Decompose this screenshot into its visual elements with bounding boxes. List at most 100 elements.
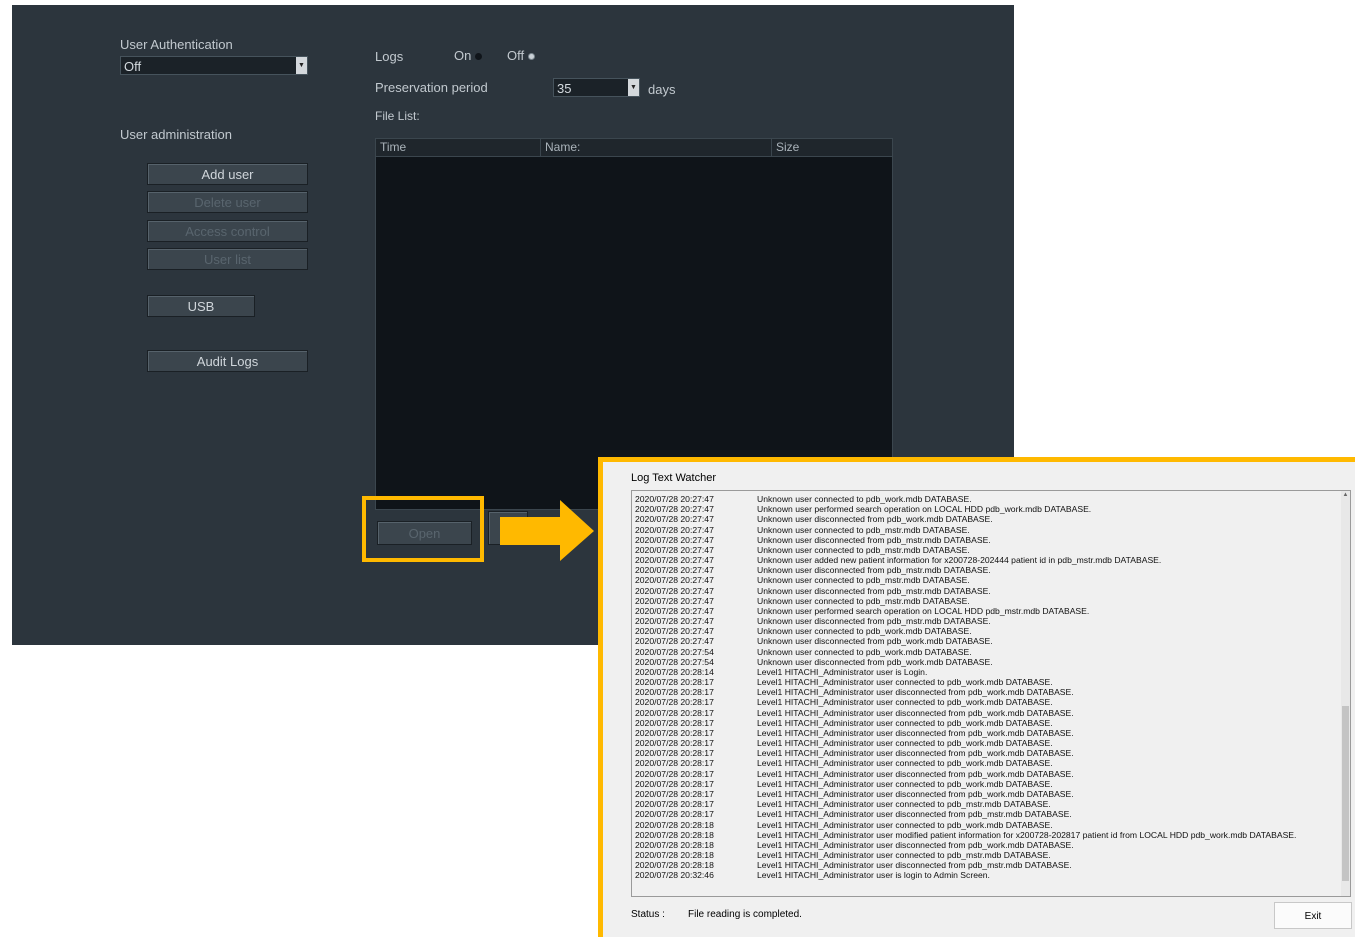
log-timestamp: 2020/07/28 20:28:17 [635,738,714,749]
log-line: 2020/07/28 20:27:47 Unknown user performe… [635,606,1335,616]
log-line: 2020/07/28 20:27:47 Unknown user connecte… [635,525,1335,535]
log-message: Unknown user disconnected from pdb_work.… [757,656,993,667]
log-timestamp: 2020/07/28 20:27:47 [635,585,714,596]
log-line: 2020/07/28 20:27:47 Unknown user performe… [635,504,1335,514]
user-list-button[interactable]: User list [147,248,308,270]
log-message: Unknown user disconnected from pdb_mstr.… [757,534,991,545]
log-message: Level1 HITACHI_Administrator user modifi… [757,829,1297,840]
log-message: Level1 HITACHI_Administrator user is log… [757,870,990,881]
log-line: 2020/07/28 20:27:47 Unknown user connecte… [635,545,1335,555]
log-timestamp: 2020/07/28 20:27:47 [635,595,714,606]
log-line: 2020/07/28 20:28:17 Level1 HITACHI_Admini… [635,789,1335,799]
log-line: 2020/07/28 20:28:18 Level1 HITACHI_Admini… [635,820,1335,830]
log-line: 2020/07/28 20:27:47 Unknown user disconne… [635,616,1335,626]
log-message: Level1 HITACHI_Administrator user connec… [757,717,1053,728]
log-message: Unknown user connected to pdb_mstr.mdb D… [757,544,970,555]
log-line: 2020/07/28 20:28:17 Level1 HITACHI_Admini… [635,728,1335,738]
log-message: Level1 HITACHI_Administrator user connec… [757,738,1053,749]
scroll-up-icon[interactable]: ▲ [1341,491,1350,500]
log-line: 2020/07/28 20:28:17 Level1 HITACHI_Admini… [635,677,1335,687]
scrollbar-thumb[interactable] [1342,706,1349,881]
log-timestamp: 2020/07/28 20:28:17 [635,727,714,738]
log-timestamp: 2020/07/28 20:28:18 [635,829,714,840]
log-timestamp: 2020/07/28 20:28:17 [635,697,714,708]
file-list-table[interactable]: Time Name: Size [375,138,893,510]
delete-user-button[interactable]: Delete user [147,191,308,213]
exit-button[interactable]: Exit [1274,902,1352,929]
log-line: 2020/07/28 20:28:17 Level1 HITACHI_Admini… [635,708,1335,718]
log-line: 2020/07/28 20:27:47 Unknown user disconne… [635,586,1335,596]
log-timestamp: 2020/07/28 20:27:47 [635,626,714,637]
log-timestamp: 2020/07/28 20:27:47 [635,636,714,647]
chevron-down-icon[interactable]: ▼ [296,57,307,74]
column-header-name[interactable]: Name: [541,139,772,156]
log-timestamp: 2020/07/28 20:27:47 [635,504,714,515]
log-timestamp: 2020/07/28 20:28:17 [635,677,714,688]
user-authentication-label: User Authentication [120,37,233,52]
log-text-area[interactable]: 2020/07/28 20:27:47 Unknown user connecte… [631,490,1351,897]
column-header-size[interactable]: Size [772,139,892,156]
log-line: 2020/07/28 20:28:17 Level1 HITACHI_Admini… [635,748,1335,758]
log-scrollbar[interactable]: ▲ [1341,491,1350,896]
log-message: Unknown user disconnected from pdb_work.… [757,514,993,525]
user-authentication-select[interactable]: Off ▼ [120,56,308,75]
log-message: Unknown user connected to pdb_work.mdb D… [757,646,972,657]
log-line: 2020/07/28 20:28:17 Level1 HITACHI_Admini… [635,697,1335,707]
log-message: Level1 HITACHI_Administrator user discon… [757,809,1072,820]
log-timestamp: 2020/07/28 20:27:47 [635,605,714,616]
log-message: Level1 HITACHI_Administrator user connec… [757,819,1053,830]
log-line: 2020/07/28 20:32:46 Level1 HITACHI_Admini… [635,870,1335,880]
access-control-button[interactable]: Access control [147,220,308,242]
log-timestamp: 2020/07/28 20:28:17 [635,717,714,728]
add-user-button[interactable]: Add user [147,163,308,185]
arrow-right-icon [500,500,594,561]
log-timestamp: 2020/07/28 20:27:54 [635,656,714,667]
preservation-period-select[interactable]: 35 ▼ [553,78,640,97]
logs-off-radio[interactable]: Off [507,48,536,63]
log-message: Level1 HITACHI_Administrator user discon… [757,727,1074,738]
log-lines: 2020/07/28 20:27:47 Unknown user connecte… [635,494,1335,881]
audit-logs-button[interactable]: Audit Logs [147,350,308,372]
log-line: 2020/07/28 20:27:47 Unknown user connecte… [635,596,1335,606]
log-timestamp: 2020/07/28 20:28:17 [635,799,714,810]
radio-empty-icon[interactable] [475,53,483,61]
log-message: Unknown user disconnected from pdb_mstr.… [757,585,991,596]
log-timestamp: 2020/07/28 20:27:47 [635,555,714,566]
log-message: Level1 HITACHI_Administrator user connec… [757,778,1053,789]
log-message: Level1 HITACHI_Administrator user discon… [757,748,1074,759]
log-message: Level1 HITACHI_Administrator user connec… [757,850,1051,861]
log-timestamp: 2020/07/28 20:28:17 [635,778,714,789]
log-line: 2020/07/28 20:28:17 Level1 HITACHI_Admini… [635,718,1335,728]
log-line: 2020/07/28 20:27:47 Unknown user connecte… [635,626,1335,636]
log-timestamp: 2020/07/28 20:27:47 [635,494,714,504]
logs-on-radio[interactable]: On [454,48,483,63]
log-message: Level1 HITACHI_Administrator user discon… [757,839,1074,850]
preservation-unit: days [648,82,676,97]
file-list-header: Time Name: Size [376,139,892,157]
log-timestamp: 2020/07/28 20:27:47 [635,575,714,586]
log-message: Level1 HITACHI_Administrator user is Log… [757,666,928,677]
log-message: Unknown user connected to pdb_work.mdb D… [757,626,972,637]
log-timestamp: 2020/07/28 20:27:54 [635,646,714,657]
log-message: Unknown user performed search operation … [757,605,1090,616]
log-line: 2020/07/28 20:28:17 Level1 HITACHI_Admini… [635,769,1335,779]
log-line: 2020/07/28 20:27:47 Unknown user added ne… [635,555,1335,565]
log-timestamp: 2020/07/28 20:28:14 [635,666,714,677]
log-line: 2020/07/28 20:28:17 Level1 HITACHI_Admini… [635,738,1335,748]
column-header-time[interactable]: Time [376,139,541,156]
log-timestamp: 2020/07/28 20:28:18 [635,860,714,871]
log-timestamp: 2020/07/28 20:28:17 [635,758,714,769]
status-label: Status : [631,909,665,920]
log-timestamp: 2020/07/28 20:28:18 [635,850,714,861]
log-message: Unknown user connected to pdb_work.mdb D… [757,494,972,504]
user-administration-label: User administration [120,127,232,142]
file-list-label: File List: [375,109,420,123]
log-message: Unknown user performed search operation … [757,504,1092,515]
radio-selected-icon[interactable] [528,53,536,61]
log-line: 2020/07/28 20:28:14 Level1 HITACHI_Admini… [635,667,1335,677]
chevron-down-icon[interactable]: ▼ [628,79,639,96]
usb-button[interactable]: USB [147,295,255,317]
log-message: Level1 HITACHI_Administrator user connec… [757,799,1051,810]
log-line: 2020/07/28 20:27:54 Unknown user connecte… [635,647,1335,657]
log-line: 2020/07/28 20:27:47 Unknown user disconne… [635,565,1335,575]
